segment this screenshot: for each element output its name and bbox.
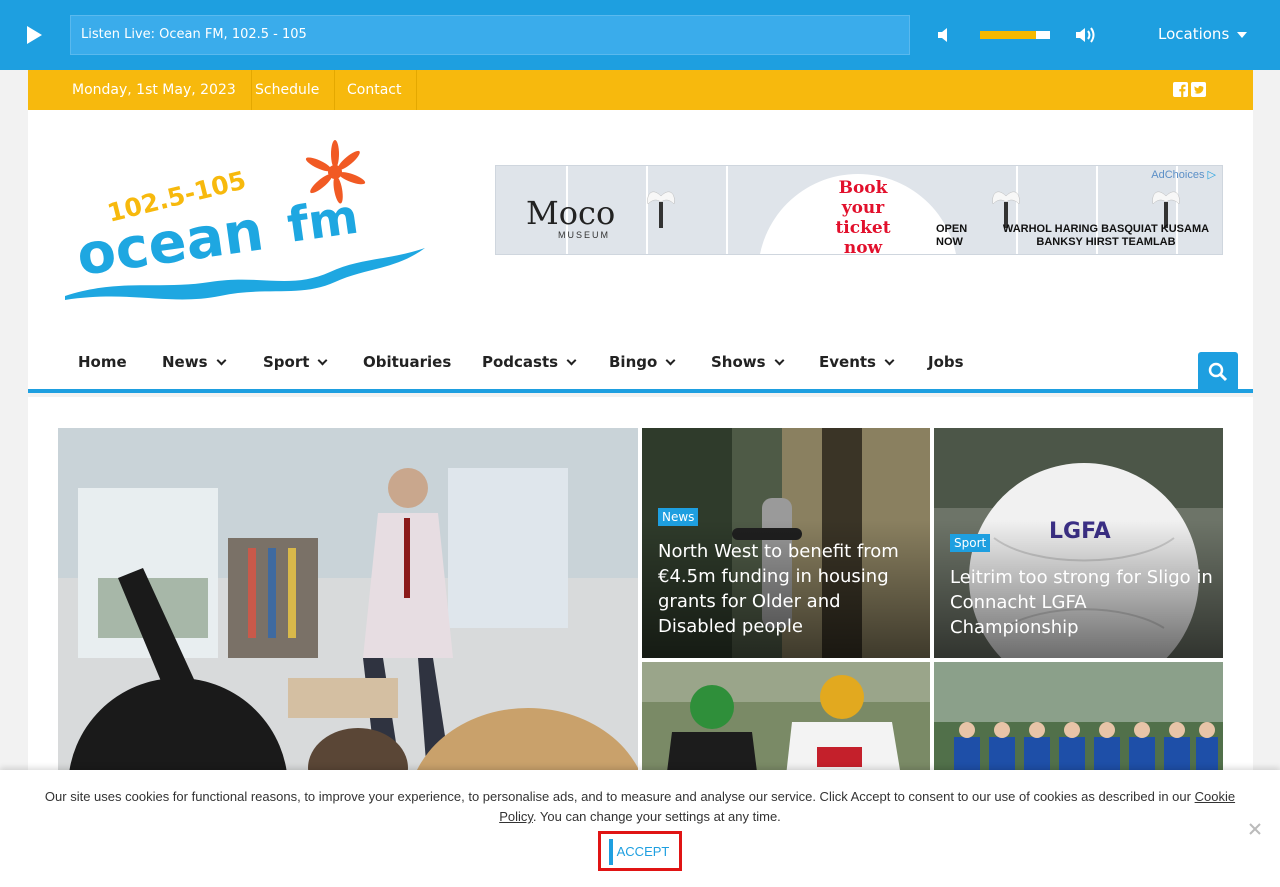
top-bar: Monday, 1st May, 2023 Schedule Contact <box>28 70 1253 110</box>
article-card[interactable]: LGFA Sport Leitrim too strong for Sligo … <box>934 428 1223 658</box>
caret-down-icon <box>1237 31 1248 38</box>
locations-label: Locations <box>1158 25 1230 43</box>
nav-item-sport[interactable]: Sport <box>263 353 328 371</box>
ad-artists-line: WARHOL HARING BASQUIAT KUSAMA <box>1002 223 1210 235</box>
ad-choices-icon: ▷ <box>1207 169 1216 181</box>
nav-item-obituaries[interactable]: Obituaries <box>363 353 451 371</box>
ad-open-line: NOW <box>936 236 963 248</box>
ad-open-line: OPEN <box>936 223 968 235</box>
current-date: Monday, 1st May, 2023 <box>57 70 252 110</box>
nav-item-label: News <box>162 353 208 371</box>
volume-slider-fill <box>980 31 1036 39</box>
cookie-message: Our site uses cookies for functional rea… <box>40 787 1240 827</box>
nav-item-home[interactable]: Home <box>78 353 127 371</box>
cookie-consent-banner: Our site uses cookies for functional rea… <box>0 770 1280 887</box>
twitter-icon[interactable] <box>1191 82 1206 97</box>
ad-brand: Moco <box>526 194 616 232</box>
nav-item-label: Obituaries <box>363 353 452 371</box>
nav-item-shows[interactable]: Shows <box>711 353 785 371</box>
ad-cta-line: Book <box>838 178 888 198</box>
ocean-fm-logo[interactable]: 102.5-105 ocean fm <box>60 140 430 302</box>
ad-artists-text: WARHOL HARING BASQUIAT KUSAMA BANKSY HIR… <box>996 223 1216 249</box>
ad-artists-line: BANKSY HIRST TEAMLAB <box>1036 236 1176 248</box>
accept-button-highlight: ACCEPT <box>598 831 682 871</box>
facebook-icon[interactable] <box>1173 82 1188 97</box>
article-headline[interactable]: North West to benefit from €4.5m funding… <box>658 539 918 639</box>
ad-cta-line: your ticket <box>835 198 891 238</box>
nav-item-label: Podcasts <box>482 353 559 371</box>
category-badge[interactable]: Sport <box>950 534 991 552</box>
cookie-text-after: . You can change your settings at any ti… <box>532 809 781 824</box>
nav-item-label: Shows <box>711 353 766 371</box>
chevron-down-icon <box>884 355 895 366</box>
category-badge[interactable]: News <box>658 508 699 526</box>
nav-item-events[interactable]: Events <box>819 353 895 371</box>
chevron-down-icon <box>566 355 577 366</box>
nav-item-label: Jobs <box>928 353 964 371</box>
locations-dropdown[interactable]: Locations <box>1158 25 1248 43</box>
schedule-link[interactable]: Schedule <box>240 70 336 110</box>
volume-high-icon[interactable] <box>1074 25 1098 45</box>
chevron-down-icon <box>774 355 785 366</box>
chevron-down-icon <box>317 355 328 366</box>
angel-sculpture-icon <box>647 191 675 228</box>
nav-item-podcasts[interactable]: Podcasts <box>482 353 577 371</box>
cookie-text-before: Our site uses cookies for functional rea… <box>44 789 1195 804</box>
now-playing-text: Listen Live: Ocean FM, 102.5 - 105 <box>70 15 910 55</box>
accept-cookies-button[interactable]: ACCEPT <box>609 839 673 865</box>
volume-slider[interactable] <box>980 31 1050 39</box>
search-button[interactable] <box>1198 352 1238 393</box>
article-card[interactable]: News North West to benefit from €4.5m fu… <box>642 428 930 658</box>
nav-item-label: Sport <box>263 353 310 371</box>
nav-item-news[interactable]: News <box>162 353 226 371</box>
nav-item-jobs[interactable]: Jobs <box>928 353 964 371</box>
ad-cta-line: now <box>843 238 883 255</box>
classroom-photo <box>58 428 638 788</box>
chevron-down-icon <box>216 355 226 366</box>
nav-item-label: Events <box>819 353 876 371</box>
close-icon[interactable] <box>1248 822 1262 836</box>
contact-link[interactable]: Contact <box>332 70 418 110</box>
svg-text:fm: fm <box>284 189 362 254</box>
cookie-policy-link[interactable]: Cookie <box>1195 789 1235 804</box>
live-player-bar: Listen Live: Ocean FM, 102.5 - 105 Locat… <box>0 0 1280 70</box>
ad-cta-text: Book your ticket now <box>818 178 908 255</box>
nav-item-bingo[interactable]: Bingo <box>609 353 676 371</box>
ad-stripe <box>726 166 728 254</box>
ad-brand-sub: MUSEUM <box>558 230 610 240</box>
featured-article-card-large[interactable] <box>58 428 638 788</box>
volume-low-icon[interactable] <box>936 26 956 44</box>
ad-open-text: OPEN NOW <box>936 223 967 249</box>
nav-item-label: Bingo <box>609 353 658 371</box>
advertisement-banner[interactable]: Moco MUSEUM Book your ticket now OPEN NO… <box>495 165 1223 255</box>
article-headline[interactable]: Leitrim too strong for Sligo in Connacht… <box>950 565 1215 640</box>
search-icon <box>1208 362 1228 382</box>
ad-choices-link[interactable]: AdChoices ▷ <box>1151 168 1216 181</box>
site-header: 102.5-105 ocean fm Moco MUSEUM Book your… <box>28 110 1253 335</box>
svg-text:ocean: ocean <box>73 198 268 288</box>
nav-item-label: Home <box>78 353 127 371</box>
cookie-policy-link[interactable]: Policy <box>499 809 533 824</box>
chevron-down-icon <box>665 355 676 366</box>
ad-choices-label: AdChoices <box>1151 169 1205 181</box>
play-icon[interactable] <box>22 23 46 47</box>
main-nav: Home News Sport Obituaries Podcasts Bing… <box>28 335 1253 393</box>
